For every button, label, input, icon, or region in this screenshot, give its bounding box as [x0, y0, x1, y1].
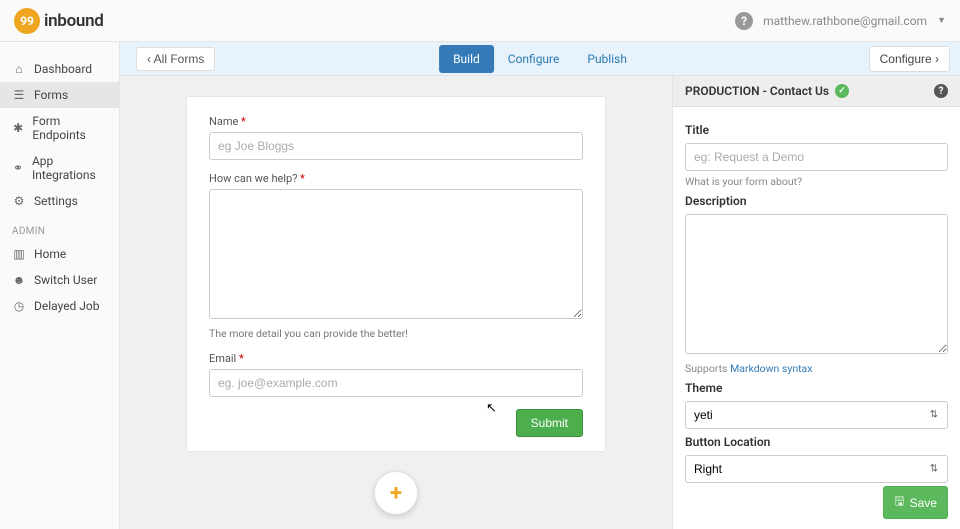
- settings-panel: PRODUCTION - Contact Us ✓ ? Title What i…: [672, 76, 960, 529]
- tabbar: ‹ All Forms Build Configure Publish Conf…: [120, 42, 960, 76]
- sidebar-item-forms[interactable]: ☰ Forms: [0, 82, 119, 108]
- panel-env-label: PRODUCTION - Contact Us: [685, 84, 829, 98]
- field-name[interactable]: Name *: [209, 115, 583, 160]
- submit-button[interactable]: Submit: [516, 409, 583, 437]
- save-button[interactable]: 🖫 Save: [883, 486, 948, 519]
- field-help[interactable]: How can we help? * The more detail you c…: [209, 172, 583, 340]
- theme-label: Theme: [685, 381, 948, 395]
- button-location-select[interactable]: Right: [685, 455, 948, 483]
- email-input[interactable]: [209, 369, 583, 397]
- sidebar-item-endpoints[interactable]: ✱ Form Endpoints: [0, 108, 119, 148]
- topbar-right: ? matthew.rathbone@gmail.com ▼: [735, 12, 946, 30]
- chevron-left-icon: ‹: [147, 52, 154, 66]
- tab-build[interactable]: Build: [439, 45, 494, 73]
- all-forms-button[interactable]: ‹ All Forms: [136, 47, 215, 71]
- description-help: Supports Markdown syntax: [685, 362, 948, 375]
- sidebar-item-label: Form Endpoints: [32, 114, 107, 142]
- description-label: Description: [685, 194, 948, 208]
- title-input[interactable]: [685, 143, 948, 171]
- field-label: Name *: [209, 115, 583, 128]
- home-icon: ⌂: [12, 62, 26, 76]
- button-location-label: Button Location: [685, 435, 948, 449]
- plug-icon: ⚭: [12, 161, 24, 175]
- gear-icon: ⚙: [12, 194, 26, 208]
- sidebar-item-label: Switch User: [34, 273, 97, 287]
- logo-badge: 99: [14, 8, 40, 34]
- sidebar-item-label: Dashboard: [34, 62, 92, 76]
- field-email[interactable]: Email *: [209, 352, 583, 397]
- plus-icon: +: [390, 481, 402, 506]
- name-input[interactable]: [209, 132, 583, 160]
- sidebar-item-integrations[interactable]: ⚭ App Integrations: [0, 148, 119, 188]
- sidebar-item-label: Delayed Job: [34, 299, 100, 313]
- configure-button[interactable]: Configure ›: [869, 46, 950, 72]
- field-label: How can we help? *: [209, 172, 583, 185]
- user-email[interactable]: matthew.rathbone@gmail.com: [763, 14, 927, 28]
- sidebar-item-admin-home[interactable]: ▥ Home: [0, 241, 119, 267]
- user-icon: ☻: [12, 273, 26, 287]
- chevron-right-icon: ›: [932, 52, 939, 66]
- sidebar-item-settings[interactable]: ⚙ Settings: [0, 188, 119, 214]
- save-icon: 🖫: [894, 492, 904, 513]
- panel-help-icon[interactable]: ?: [934, 84, 948, 98]
- form-preview-card[interactable]: Name * How can we help? * The more detai…: [186, 96, 606, 452]
- logo-text: inbound: [44, 11, 104, 31]
- sidebar-item-dashboard[interactable]: ⌂ Dashboard: [0, 56, 119, 82]
- tab-publish[interactable]: Publish: [573, 45, 641, 73]
- help-textarea[interactable]: [209, 189, 583, 319]
- help-icon[interactable]: ?: [735, 12, 753, 30]
- title-help: What is your form about?: [685, 175, 948, 188]
- logo[interactable]: 99 inbound: [14, 8, 104, 34]
- check-icon: ✓: [835, 84, 849, 98]
- markdown-link[interactable]: Markdown syntax: [730, 362, 812, 375]
- field-help-text: The more detail you can provide the bett…: [209, 327, 583, 340]
- title-label: Title: [685, 123, 948, 137]
- tab-configure[interactable]: Configure: [494, 45, 574, 73]
- description-textarea[interactable]: [685, 214, 948, 354]
- clock-icon: ◷: [12, 299, 26, 313]
- chart-icon: ▥: [12, 247, 26, 261]
- field-label: Email *: [209, 352, 583, 365]
- sidebar: ⌂ Dashboard ☰ Forms ✱ Form Endpoints ⚭ A…: [0, 42, 120, 529]
- list-icon: ☰: [12, 88, 26, 102]
- panel-body: Title What is your form about? Descripti…: [673, 107, 960, 529]
- sidebar-item-label: Forms: [34, 88, 68, 102]
- add-field-button[interactable]: +: [374, 471, 418, 515]
- sidebar-item-label: App Integrations: [32, 154, 107, 182]
- sidebar-item-label: Settings: [34, 194, 78, 208]
- panel-header: PRODUCTION - Contact Us ✓ ?: [673, 76, 960, 107]
- theme-select[interactable]: yeti: [685, 401, 948, 429]
- form-canvas: Name * How can we help? * The more detai…: [120, 76, 672, 529]
- main: ‹ All Forms Build Configure Publish Conf…: [120, 42, 960, 529]
- builder-tabs: Build Configure Publish: [439, 45, 641, 73]
- caret-down-icon[interactable]: ▼: [937, 15, 946, 26]
- sidebar-item-label: Home: [34, 247, 66, 261]
- topbar: 99 inbound ? matthew.rathbone@gmail.com …: [0, 0, 960, 42]
- sidebar-item-delayed-job[interactable]: ◷ Delayed Job: [0, 293, 119, 319]
- sidebar-admin-heading: ADMIN: [0, 214, 119, 241]
- sidebar-item-switch-user[interactable]: ☻ Switch User: [0, 267, 119, 293]
- code-icon: ✱: [12, 121, 24, 135]
